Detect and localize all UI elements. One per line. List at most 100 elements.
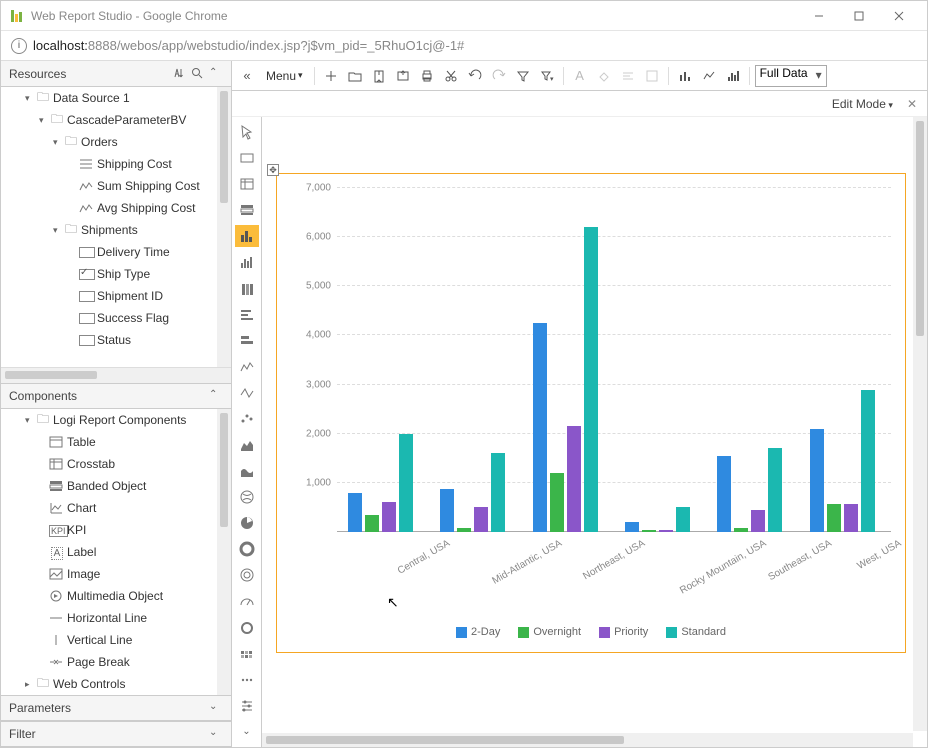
palette-donut-icon[interactable]	[235, 538, 259, 560]
tree-item[interactable]: ▾CascadeParameterBV	[1, 109, 231, 131]
tree-item[interactable]: ALabel	[1, 541, 231, 563]
palette-pie-icon[interactable]	[235, 512, 259, 534]
data-mode-select[interactable]: Full Data	[755, 65, 827, 87]
maximize-button[interactable]	[839, 4, 879, 28]
tree-item[interactable]: KPIKPI	[1, 519, 231, 541]
expand-arrow-icon[interactable]: ▸	[25, 679, 35, 690]
tree-item[interactable]: Status	[1, 329, 231, 351]
bar[interactable]	[810, 429, 824, 532]
panel-header-filter[interactable]: Filter ⌄	[1, 721, 231, 747]
bar[interactable]	[365, 515, 379, 532]
expand-arrow-icon[interactable]: ▾	[39, 115, 49, 126]
tree-item[interactable]: Delivery Time	[1, 241, 231, 263]
panel-header-parameters[interactable]: Parameters ⌄	[1, 695, 231, 721]
bar[interactable]	[625, 522, 639, 532]
palette-more-icon[interactable]	[235, 669, 259, 691]
tree-item[interactable]: ▾Logi Report Components	[1, 409, 231, 431]
palette-map-icon[interactable]	[235, 486, 259, 508]
bar[interactable]	[550, 473, 564, 532]
tree-item[interactable]: Avg Shipping Cost	[1, 197, 231, 219]
tree-item[interactable]: Page Break	[1, 651, 231, 673]
palette-heatmap-icon[interactable]	[235, 643, 259, 665]
tree-item[interactable]: Banded Object	[1, 475, 231, 497]
save-button[interactable]	[368, 65, 390, 87]
tree-item[interactable]: Crosstab	[1, 453, 231, 475]
scrollbar-vertical[interactable]	[217, 87, 231, 367]
edit-mode-toggle[interactable]: Edit Mode ▾	[832, 97, 893, 111]
collapse-icon[interactable]: ⌄	[209, 701, 223, 715]
chart-object[interactable]: ✥ 1,0002,0003,0004,0005,0006,0007,000 2-…	[276, 173, 906, 653]
close-panel-icon[interactable]: ✕	[907, 97, 917, 111]
palette-expand-icon[interactable]: ⌄	[235, 721, 259, 743]
palette-banded-icon[interactable]	[235, 199, 259, 221]
export-button[interactable]	[392, 65, 414, 87]
tree-item[interactable]: Shipping Cost	[1, 153, 231, 175]
scrollbar-horizontal[interactable]	[1, 367, 231, 383]
bar[interactable]	[844, 504, 858, 532]
tree-item[interactable]: Shipment ID	[1, 285, 231, 307]
bar[interactable]	[642, 530, 656, 532]
palette-area-icon[interactable]	[235, 434, 259, 456]
legend-item[interactable]: Priority	[599, 626, 648, 638]
collapse-icon[interactable]: ⌃	[209, 67, 223, 81]
bar[interactable]	[457, 528, 471, 532]
chart-line-icon[interactable]	[698, 65, 720, 87]
palette-pointer-icon[interactable]	[235, 121, 259, 143]
bar[interactable]	[768, 448, 782, 532]
palette-table-icon[interactable]	[235, 147, 259, 169]
print-button[interactable]	[416, 65, 438, 87]
filter-button[interactable]	[512, 65, 534, 87]
search-icon[interactable]	[191, 67, 205, 81]
menu-dropdown[interactable]: Menu▾	[260, 69, 309, 83]
close-button[interactable]	[879, 4, 919, 28]
open-button[interactable]	[344, 65, 366, 87]
chart-column-icon[interactable]	[722, 65, 744, 87]
bar[interactable]	[474, 507, 488, 532]
expand-arrow-icon[interactable]: ▾	[25, 415, 35, 426]
palette-hbar-icon[interactable]	[235, 304, 259, 326]
palette-line2-icon[interactable]	[235, 382, 259, 404]
tree-item[interactable]: ▾Shipments	[1, 219, 231, 241]
panel-header-components[interactable]: Components ⌃	[1, 383, 231, 409]
tree-item[interactable]: ▾Data Source 1	[1, 87, 231, 109]
toolbar-collapse-icon[interactable]: «	[236, 65, 258, 87]
bar[interactable]	[676, 507, 690, 532]
bar[interactable]	[533, 323, 547, 532]
tree-item[interactable]: ▸Web Controls	[1, 673, 231, 695]
bar[interactable]	[382, 502, 396, 532]
redo-button[interactable]	[488, 65, 510, 87]
tree-item[interactable]: Image	[1, 563, 231, 585]
palette-crosstab-icon[interactable]	[235, 173, 259, 195]
legend-item[interactable]: Overnight	[518, 626, 581, 638]
new-button[interactable]	[320, 65, 342, 87]
cut-button[interactable]	[440, 65, 462, 87]
bar[interactable]	[751, 510, 765, 532]
sort-icon[interactable]	[173, 67, 187, 81]
site-info-icon[interactable]: i	[11, 38, 27, 54]
bar[interactable]	[584, 227, 598, 532]
bar[interactable]	[348, 493, 362, 532]
tree-item[interactable]: Vertical Line	[1, 629, 231, 651]
palette-barchart-icon[interactable]	[235, 225, 259, 247]
palette-scatter-icon[interactable]	[235, 408, 259, 430]
tree-item[interactable]: Success Flag	[1, 307, 231, 329]
report-canvas[interactable]: ✥ 1,0002,0003,0004,0005,0006,0007,000 2-…	[262, 117, 927, 747]
tree-item[interactable]: Multimedia Object	[1, 585, 231, 607]
tree-item[interactable]: Ship Type	[1, 263, 231, 285]
palette-line-icon[interactable]	[235, 356, 259, 378]
expand-arrow-icon[interactable]: ▾	[53, 225, 63, 236]
bar[interactable]	[440, 489, 454, 532]
undo-button[interactable]	[464, 65, 486, 87]
chart-bar-icon[interactable]	[674, 65, 696, 87]
palette-area2-icon[interactable]	[235, 460, 259, 482]
palette-radial-icon[interactable]	[235, 564, 259, 586]
legend-item[interactable]: Standard	[666, 626, 726, 638]
bar[interactable]	[861, 390, 875, 533]
collapse-icon[interactable]: ⌄	[209, 727, 223, 741]
palette-columnchart-icon[interactable]	[235, 251, 259, 273]
expand-arrow-icon[interactable]: ▾	[25, 93, 35, 104]
tree-item[interactable]: Chart	[1, 497, 231, 519]
bar[interactable]	[659, 530, 673, 532]
tree-item[interactable]: ▾Orders	[1, 131, 231, 153]
canvas-scrollbar-vertical[interactable]	[913, 117, 927, 731]
